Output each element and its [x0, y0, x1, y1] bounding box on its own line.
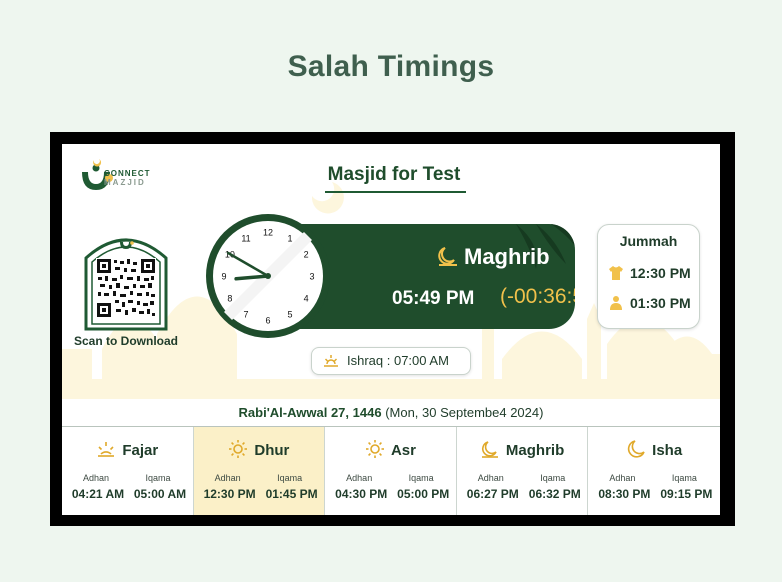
iqama-label: Iqama: [671, 473, 697, 483]
current-prayer-name: Maghrib: [464, 244, 550, 269]
prayer-name: Fajar: [62, 439, 193, 459]
clock-number: 6: [265, 316, 270, 326]
iqama-label: Iqama: [408, 473, 434, 483]
analog-clock: 121234567891011: [206, 214, 330, 338]
prayer-name: Asr: [325, 439, 456, 459]
iqama-time: 09:15 PM: [660, 487, 713, 501]
adhan-label: Adhan: [477, 473, 504, 483]
prayer-column-fajar: Fajar Adhan Iqama 04:21 AM 05:00 AM: [62, 427, 194, 515]
logo-text: CONNECT MAZJID: [104, 169, 151, 187]
jummah-time-1: 12:30 PM: [608, 265, 691, 281]
clock-number: 5: [287, 310, 292, 320]
logo-line-2: MAZJID: [104, 178, 146, 187]
jummah-time-2: 01:30 PM: [608, 295, 691, 311]
jummah-time-2-value: 01:30 PM: [630, 295, 691, 311]
prayer-name: Maghrib: [457, 439, 588, 459]
person-icon: [610, 296, 622, 310]
prayer-name-label: Asr: [390, 442, 416, 459]
adhan-label: Adhan: [609, 473, 636, 483]
clock-number: 4: [304, 294, 309, 304]
sunset-icon: [481, 441, 498, 458]
clock-number: 2: [304, 250, 309, 260]
moon-icon: [628, 440, 645, 458]
prayer-column-isha: Isha Adhan Iqama 08:30 PM 09:15 PM: [588, 427, 720, 515]
display-frame: CONNECT MAZJID Masjid for Test Scan to D…: [50, 132, 735, 526]
sunrise-icon: [324, 355, 338, 367]
prayer-column-asr: Asr Adhan Iqama 04:30 PM 05:00 PM: [325, 427, 457, 515]
iqama-label: Iqama: [145, 473, 171, 483]
scan-to-download-label: Scan to Download: [73, 334, 178, 348]
iqama-time: 01:45 PM: [265, 487, 318, 501]
prayer-name-label: Fajar: [122, 442, 159, 459]
gregorian-date: (Mon, 30 Septembe4 2024): [385, 405, 544, 420]
clock-number: 1: [287, 233, 292, 243]
sun-icon: [365, 440, 384, 458]
display-screen: CONNECT MAZJID Masjid for Test Scan to D…: [62, 144, 720, 515]
prayer-column-dhur: Dhur Adhan Iqama 12:30 PM 01:45 PM: [193, 427, 326, 515]
current-prayer-time: 05:49 PM: [392, 288, 475, 309]
prayer-name-label: Maghrib: [505, 442, 565, 459]
current-prayer-countdown: (-00:36:54): [500, 285, 575, 308]
iqama-time: 05:00 PM: [397, 487, 450, 501]
clock-number: 7: [243, 310, 248, 320]
adhan-label: Adhan: [82, 473, 110, 483]
iqama-label: Iqama: [540, 473, 566, 483]
page-title: Salah Timings: [287, 50, 495, 83]
sunrise-icon: [98, 442, 115, 457]
clock-center: [265, 273, 271, 279]
ishraq-pill: Ishraq : 07:00 AM: [311, 347, 471, 375]
prayer-column-maghrib: Maghrib Adhan Iqama 06:27 PM 06:32 PM: [457, 427, 589, 515]
jummah-time-1-value: 12:30 PM: [630, 265, 691, 281]
shirt-icon: [609, 266, 623, 280]
adhan-time: 04:21 AM: [71, 487, 125, 501]
clock-number: 12: [263, 228, 273, 238]
hijri-date: Rabi'Al-Awwal 27, 1446: [238, 405, 382, 420]
masjid-name-underline: [325, 191, 466, 193]
adhan-label: Adhan: [346, 473, 373, 483]
clock-number: 11: [241, 233, 250, 243]
prayer-name-label: Isha: [652, 442, 683, 459]
prayer-name: Dhur: [194, 439, 325, 459]
clock-number: 9: [221, 272, 226, 282]
clock-number: 8: [227, 294, 232, 304]
adhan-time: 08:30 PM: [598, 487, 651, 501]
sunset-icon: [438, 247, 457, 266]
adhan-time: 12:30 PM: [203, 487, 256, 501]
logo-line-1: CONNECT: [104, 169, 151, 178]
qr-code[interactable]: [82, 224, 170, 331]
jummah-title: Jummah: [619, 233, 678, 249]
iqama-time: 05:00 AM: [133, 487, 187, 501]
masjid-name: Masjid for Test: [327, 164, 461, 185]
adhan-label: Adhan: [214, 473, 241, 483]
iqama-label: Iqama: [277, 473, 303, 483]
sun-icon: [229, 440, 248, 458]
ishraq-text: Ishraq : 07:00 AM: [347, 353, 449, 368]
iqama-time: 06:32 PM: [528, 487, 581, 501]
date-line: Rabi'Al-Awwal 27, 1446 (Mon, 30 Septembe…: [62, 405, 720, 420]
jummah-card: Jummah 12:30 PM 01:30 PM: [597, 224, 700, 329]
adhan-time: 04:30 PM: [335, 487, 388, 501]
prayer-name-label: Dhur: [254, 442, 290, 459]
adhan-time: 06:27 PM: [466, 487, 519, 501]
prayer-name: Isha: [588, 439, 720, 459]
prayer-times-table: Fajar Adhan Iqama 04:21 AM 05:00 AM Dhur Adhan…: [62, 427, 720, 515]
clock-number: 3: [309, 272, 314, 282]
